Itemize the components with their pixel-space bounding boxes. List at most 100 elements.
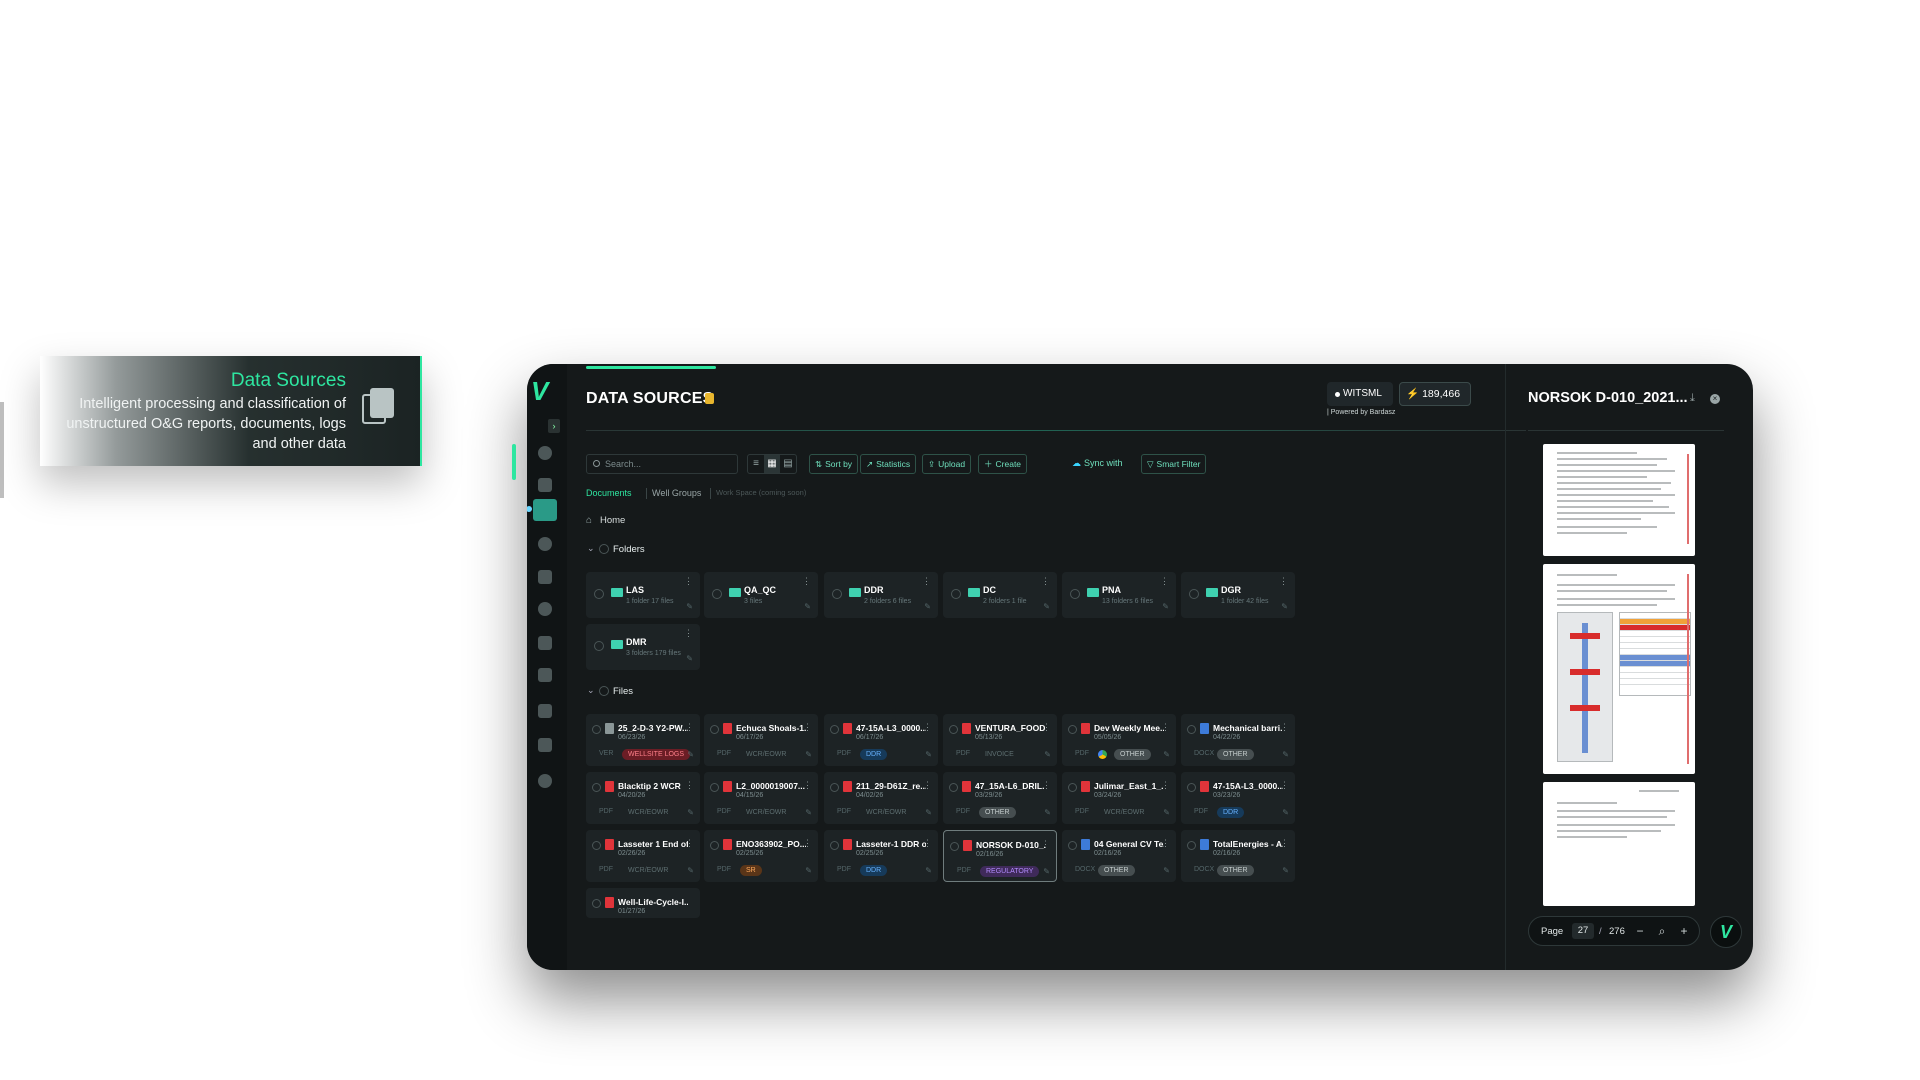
zoom-out-icon[interactable]: − — [1632, 923, 1648, 939]
folder-checkbox[interactable] — [832, 589, 842, 599]
file-card[interactable]: 47-15A-L3_0000... 03/23/26 ⋮ PDF DDR ✎ — [1181, 772, 1295, 824]
file-card[interactable]: 47_15A-L6_DRIL... 03/29/26 ⋮ PDF OTHER ✎ — [943, 772, 1057, 824]
users-nav-icon[interactable] — [538, 602, 552, 616]
more-options-icon[interactable]: ⋮ — [923, 722, 932, 733]
pin-icon[interactable]: ✎ — [1163, 866, 1170, 875]
pin-icon[interactable]: ✎ — [1043, 602, 1050, 611]
pin-icon[interactable]: ✎ — [924, 602, 931, 611]
category-badge[interactable]: WCR/EOWR — [1098, 807, 1150, 818]
tab-documents[interactable]: Documents — [586, 488, 632, 498]
folder-checkbox[interactable] — [594, 589, 604, 599]
file-checkbox[interactable] — [830, 725, 839, 734]
document-page[interactable] — [1543, 444, 1695, 556]
category-badge[interactable]: DDR — [1217, 807, 1245, 818]
category-badge[interactable]: DDR — [860, 865, 888, 876]
folder-card[interactable]: DC 2 folders 1 file ⋮ ✎ — [943, 572, 1057, 618]
file-card[interactable]: ENO363902_PO... 02/25/26 ⋮ PDF SR ✎ — [704, 830, 818, 882]
folder-checkbox[interactable] — [594, 641, 604, 651]
app-logo-icon[interactable]: V — [531, 378, 559, 404]
folder-card[interactable]: QA_QC 3 files ⋮ ✎ — [704, 572, 818, 618]
file-checkbox[interactable] — [710, 841, 719, 850]
more-options-icon[interactable]: ⋮ — [1042, 722, 1051, 733]
folder-card[interactable]: DGR 1 folder 42 files ⋮ ✎ — [1181, 572, 1295, 618]
support-nav-icon[interactable] — [538, 774, 552, 788]
pin-icon[interactable]: ✎ — [1281, 602, 1288, 611]
more-options-icon[interactable]: ⋮ — [685, 722, 694, 733]
folders-section-header[interactable]: ⌄ Folders — [587, 543, 645, 555]
file-checkbox[interactable] — [1187, 725, 1196, 734]
file-card[interactable]: VENTURA_FOOD... 05/13/26 ⋮ PDF INVOICE ✎ — [943, 714, 1057, 766]
folder-checkbox[interactable] — [951, 589, 961, 599]
more-options-icon[interactable]: ⋮ — [1160, 576, 1169, 587]
folder-card[interactable]: PNA 13 folders 6 files ⋮ ✎ — [1062, 572, 1176, 618]
file-checkbox[interactable] — [830, 783, 839, 792]
category-badge[interactable]: WCR/EOWR — [622, 807, 674, 818]
file-checkbox[interactable] — [1187, 841, 1196, 850]
tab-well-groups[interactable]: Well Groups — [652, 488, 701, 498]
file-card[interactable]: Mechanical barri... 04/22/26 ⋮ DOCX OTHER ✎ — [1181, 714, 1295, 766]
archive-nav-icon[interactable] — [538, 570, 552, 584]
more-options-icon[interactable]: ⋮ — [1280, 722, 1289, 733]
file-card[interactable]: L2_0000019007... 04/15/26 ⋮ PDF WCR/EOWR ✎ — [704, 772, 818, 824]
more-options-icon[interactable]: ⋮ — [1042, 780, 1051, 791]
category-badge[interactable]: REGULATORY — [980, 866, 1040, 877]
more-options-icon[interactable]: ⋮ — [1161, 780, 1170, 791]
file-card[interactable]: 47-15A-L3_0000... 06/17/26 ⋮ PDF DDR ✎ — [824, 714, 938, 766]
data-sources-nav-icon[interactable] — [533, 499, 557, 521]
credits-badge[interactable]: ⚡ 189,466 — [1399, 382, 1471, 406]
training-nav-icon[interactable] — [538, 668, 552, 682]
pin-icon[interactable]: ✎ — [686, 602, 693, 611]
more-options-icon[interactable]: ⋮ — [684, 628, 693, 639]
pin-icon[interactable]: ✎ — [1163, 808, 1170, 817]
file-checkbox[interactable] — [949, 783, 958, 792]
category-badge[interactable]: INVOICE — [979, 749, 1020, 760]
pin-icon[interactable]: ✎ — [925, 866, 932, 875]
statistics-button[interactable]: ↗ Statistics — [860, 454, 917, 474]
collapse-sidebar-icon[interactable]: › — [548, 419, 560, 433]
pin-icon[interactable]: ✎ — [687, 808, 694, 817]
smart-filter-button[interactable]: ▽ Smart Filter — [1141, 454, 1207, 474]
pin-icon[interactable]: ✎ — [687, 750, 694, 759]
file-checkbox[interactable] — [830, 841, 839, 850]
more-options-icon[interactable]: ⋮ — [923, 780, 932, 791]
document-page[interactable] — [1543, 782, 1695, 906]
folder-checkbox[interactable] — [1070, 589, 1080, 599]
file-card[interactable]: Echuca Shoals-1... 06/17/26 ⋮ PDF WCR/EOWR ✎ — [704, 714, 818, 766]
category-badge[interactable]: DDR — [860, 749, 888, 760]
file-card[interactable]: NORSOK D-010_... 02/16/26 ⋮ PDF REGULATORY ✎ — [943, 830, 1057, 882]
more-options-icon[interactable]: ⋮ — [1279, 576, 1288, 587]
more-options-icon[interactable]: ⋮ — [1041, 839, 1050, 850]
more-options-icon[interactable]: ⋮ — [802, 576, 811, 587]
more-options-icon[interactable]: ⋮ — [685, 838, 694, 849]
document-page[interactable] — [1543, 564, 1695, 774]
category-badge[interactable]: SR — [740, 865, 762, 876]
workflow-nav-icon[interactable] — [538, 636, 552, 650]
more-options-icon[interactable]: ⋮ — [1041, 576, 1050, 587]
file-card[interactable]: 25_2-D-3 Y2-PW... 06/23/26 ⋮ VER WELLSITE LO… — [586, 714, 700, 766]
current-page-input[interactable]: 27 — [1572, 923, 1594, 939]
more-options-icon[interactable]: ⋮ — [1280, 780, 1289, 791]
pin-icon[interactable]: ✎ — [1282, 808, 1289, 817]
select-all-files-checkbox[interactable] — [599, 686, 609, 696]
pin-icon[interactable]: ✎ — [1162, 602, 1169, 611]
pin-icon[interactable]: ✎ — [687, 866, 694, 875]
pin-icon[interactable]: ✎ — [686, 654, 693, 663]
more-options-icon[interactable]: ⋮ — [1161, 838, 1170, 849]
file-card[interactable]: Lasseter-1 DDR o...02/25/26 ⋮ PDF DDR ✎ — [824, 830, 938, 882]
zoom-in-icon[interactable]: + — [1676, 923, 1692, 939]
more-options-icon[interactable]: ⋮ — [803, 722, 812, 733]
category-badge[interactable]: OTHER — [1114, 749, 1151, 760]
more-options-icon[interactable]: ⋮ — [1161, 722, 1170, 733]
pin-icon[interactable]: ✎ — [805, 808, 812, 817]
dashboard-nav-icon[interactable] — [538, 478, 552, 492]
witsml-button[interactable]: WITSML — [1327, 382, 1393, 406]
more-options-icon[interactable]: ⋮ — [684, 576, 693, 587]
folder-checkbox[interactable] — [712, 589, 722, 599]
reports-nav-icon[interactable] — [538, 738, 552, 752]
category-badge[interactable]: OTHER — [1217, 749, 1254, 760]
search-input[interactable]: Search... — [586, 454, 738, 474]
more-options-icon[interactable]: ⋮ — [1280, 838, 1289, 849]
file-checkbox[interactable] — [710, 783, 719, 792]
list-view-icon[interactable]: ≡ — [748, 455, 764, 473]
category-badge[interactable]: WCR/EOWR — [860, 807, 912, 818]
